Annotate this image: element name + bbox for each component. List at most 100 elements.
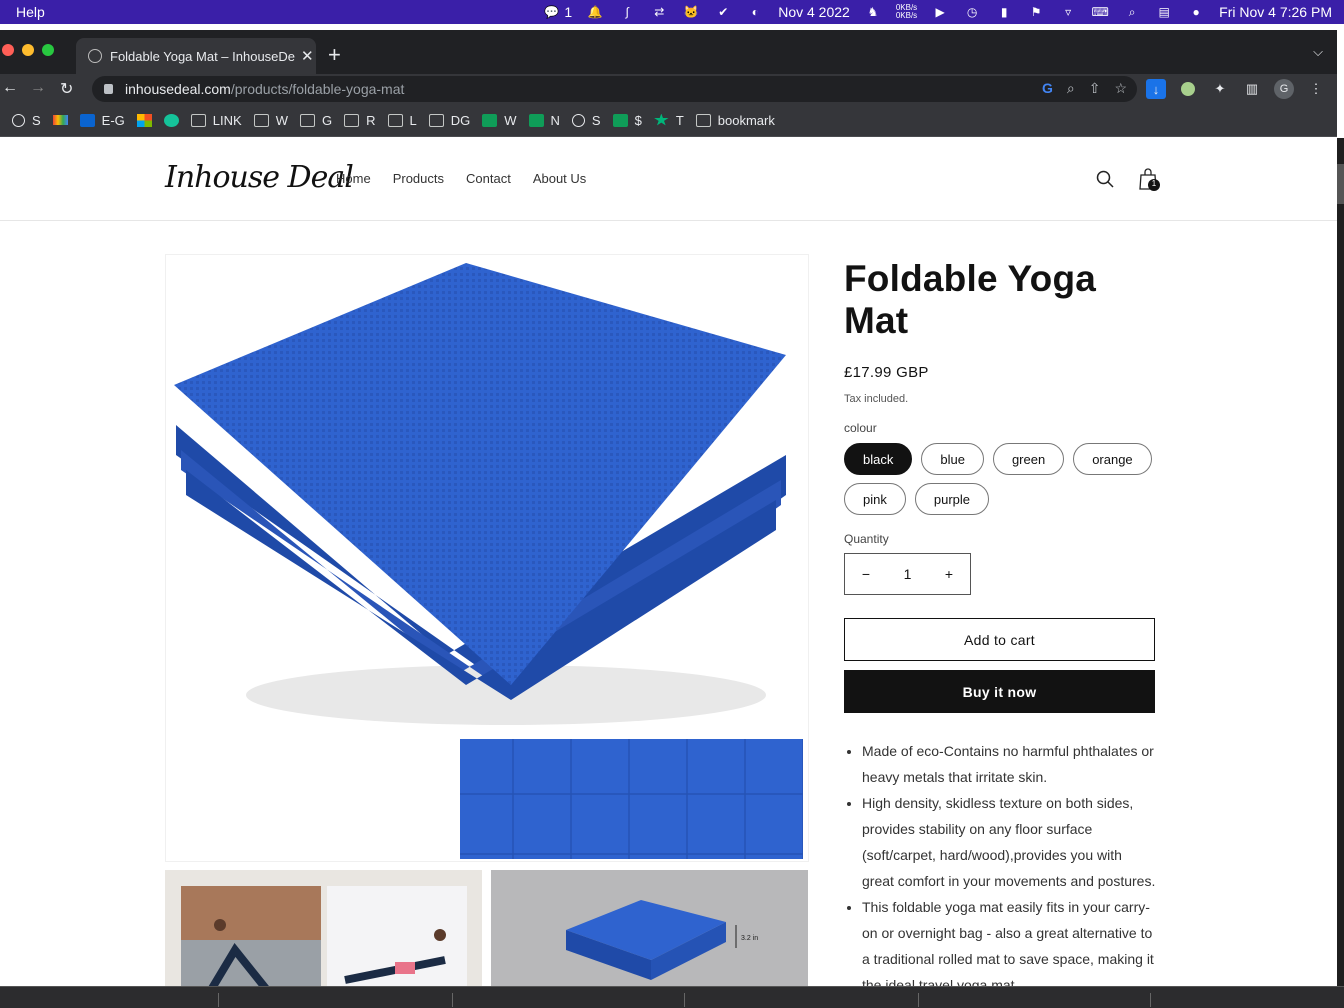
colour-option-purple[interactable]: purple <box>914 483 989 515</box>
wechat-icon[interactable]: 💬 <box>542 4 560 20</box>
zoom-window-button[interactable] <box>42 44 54 56</box>
nav-contact[interactable]: Contact <box>466 171 511 186</box>
battery-icon[interactable]: ▮ <box>995 4 1013 20</box>
bookmark-item[interactable]: S <box>571 113 601 128</box>
quantity-stepper: − 1 + <box>844 553 971 595</box>
add-to-cart-button[interactable]: Add to cart <box>844 618 1155 661</box>
new-tab-button[interactable]: + <box>328 42 341 68</box>
bookmark-item[interactable]: G <box>299 113 332 128</box>
check-icon[interactable]: ✔ <box>714 4 732 20</box>
colour-option-black[interactable]: black <box>844 443 913 475</box>
bookmark-item[interactable]: R <box>344 112 376 128</box>
bookmark-item[interactable] <box>136 113 152 127</box>
sidebar-icon[interactable]: ▥ <box>1242 79 1262 99</box>
spotlight-icon[interactable]: ⌕ <box>1123 4 1141 20</box>
gmail-icon <box>52 115 68 125</box>
close-window-button[interactable] <box>2 44 14 56</box>
script-icon[interactable]: ∫ <box>618 4 636 20</box>
browser-tab-active[interactable]: Foldable Yoga Mat – InhouseDeal ✕ <box>76 38 316 74</box>
site-header: Inhouse Deal Home Products Contact About… <box>0 138 1337 221</box>
play-icon[interactable]: ▶ <box>931 4 949 20</box>
nav-home[interactable]: Home <box>336 171 371 186</box>
globe-icon <box>12 113 25 127</box>
nav-about-us[interactable]: About Us <box>533 171 586 186</box>
bookmark-label: L <box>409 112 417 128</box>
chrome-menu-icon[interactable]: ⋮ <box>1306 79 1326 99</box>
puzzle-icon[interactable]: ✦ <box>1210 79 1230 99</box>
bookmark-item[interactable]: LINK <box>190 113 242 128</box>
bookmark-item[interactable] <box>52 115 68 125</box>
colour-option-pink[interactable]: pink <box>844 483 906 515</box>
product-image-dimensions[interactable]: 3.2 in <box>491 870 808 986</box>
teamviewer-icon[interactable]: ⇄ <box>650 4 668 20</box>
product-image-yoga-poses[interactable] <box>165 870 482 986</box>
bookmark-star-icon[interactable]: ☆ <box>1114 80 1127 97</box>
download-icon[interactable]: ↓ <box>1146 79 1166 99</box>
colour-option-green[interactable]: green <box>992 443 1065 475</box>
bookmark-item[interactable]: bookmark <box>695 113 775 128</box>
wifi-icon[interactable]: ▿ <box>1059 4 1077 20</box>
bookmark-item[interactable]: DG <box>428 113 470 128</box>
folder-icon <box>253 113 269 127</box>
profile-avatar[interactable]: G <box>1274 79 1294 99</box>
tab-search-chevron-icon[interactable]: ⌵ <box>1313 44 1323 60</box>
description-bullet: Made of eco-Contains no harmful phthalat… <box>862 738 1156 790</box>
share-icon[interactable]: ⇧ <box>1089 80 1101 97</box>
address-bar[interactable]: inhousedeal.com /products/foldable-yoga-… <box>92 76 1137 102</box>
bookmark-item[interactable] <box>163 113 179 127</box>
browser-toolbar: ← → ↻ inhousedeal.com /products/foldable… <box>0 74 1337 104</box>
scrollbar-thumb[interactable] <box>1337 164 1344 204</box>
bookmark-item[interactable]: T <box>654 113 684 128</box>
back-arrow-icon[interactable]: ← <box>2 79 18 97</box>
time-machine-icon[interactable]: ◷ <box>963 4 981 20</box>
product-image-main[interactable] <box>165 254 809 862</box>
keyboard-icon[interactable]: ⌨ <box>1091 4 1109 20</box>
bookmark-item[interactable]: W <box>253 113 288 128</box>
web-page: Inhouse Deal Home Products Contact About… <box>0 138 1337 986</box>
url-path: /products/foldable-yoga-mat <box>230 81 405 97</box>
product-info: Foldable Yoga Mat £17.99 GBP Tax include… <box>844 254 1156 986</box>
tab-globe-icon <box>88 49 102 63</box>
tab-close-icon[interactable]: ✕ <box>301 47 314 65</box>
site-logo[interactable]: Inhouse Deal <box>165 160 354 195</box>
tax-note: Tax included. <box>844 393 909 405</box>
cat-icon[interactable]: 🐱 <box>682 4 700 20</box>
increase-quantity-button[interactable]: + <box>942 566 956 582</box>
colour-option-orange[interactable]: orange <box>1073 443 1152 475</box>
cart-button[interactable]: 1 <box>1137 166 1161 192</box>
mat-dimensions-illustration: 3.2 in <box>566 900 758 980</box>
flag-us-icon[interactable]: ⚑ <box>1027 4 1045 20</box>
control-center-icon[interactable]: ▤ <box>1155 4 1173 20</box>
extension-circle-icon[interactable] <box>1178 79 1198 99</box>
tab-title: Foldable Yoga Mat – InhouseDeal <box>110 48 295 64</box>
zoom-icon[interactable]: ⌕ <box>1067 80 1075 97</box>
bookmark-item[interactable]: $ <box>612 113 642 128</box>
decrease-quantity-button[interactable]: − <box>859 566 873 582</box>
minimize-window-button[interactable] <box>22 44 34 56</box>
bell-icon[interactable]: 🔔 <box>586 4 604 20</box>
bookmark-item[interactable]: E-G <box>79 113 125 128</box>
bookmarks-bar: S E-G LINK W G R L DG W N S $ Tbookmark <box>0 104 1337 137</box>
star-icon <box>654 113 669 126</box>
reload-icon[interactable]: ↻ <box>60 79 73 99</box>
nav-products[interactable]: Products <box>393 171 444 186</box>
bookmark-item[interactable]: W <box>482 113 517 128</box>
menu-extras: 💬 1 🔔 ∫ ⇄ 🐱 ✔ ◐ Nov 4 2022 ♞ 0KB/s 0KB/s… <box>542 0 1332 24</box>
bookmark-item[interactable]: N <box>528 113 560 128</box>
bookmark-label: T <box>675 112 684 128</box>
bookmark-item[interactable]: S <box>12 113 41 128</box>
window-scrollbar[interactable] <box>1337 138 1344 986</box>
forward-arrow-icon[interactable]: → <box>30 79 46 97</box>
search-icon[interactable] <box>1096 170 1114 188</box>
buy-it-now-button[interactable]: Buy it now <box>844 670 1155 713</box>
cart-count-badge: 1 <box>1151 179 1157 188</box>
quantity-input[interactable]: 1 <box>901 566 915 582</box>
bookmark-label: R <box>366 112 376 128</box>
bookmark-item[interactable]: L <box>387 112 417 128</box>
compass-icon[interactable]: ◐ <box>746 4 764 20</box>
help-menu[interactable]: Help <box>16 4 45 20</box>
siri-icon[interactable]: ● <box>1187 4 1205 20</box>
colour-option-blue[interactable]: blue <box>921 443 984 475</box>
cat-app-icon[interactable]: ♞ <box>864 4 882 20</box>
google-lens-icon[interactable]: G <box>1042 80 1053 97</box>
